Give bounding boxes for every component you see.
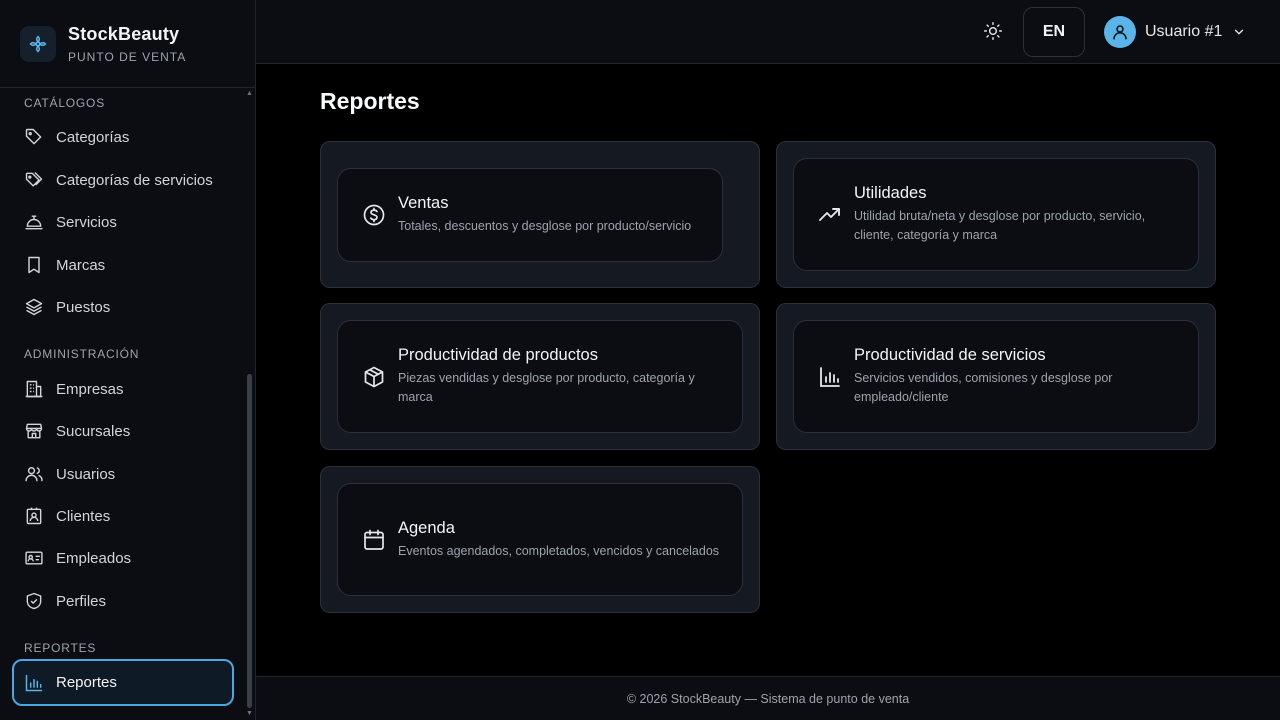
theme-toggle-button[interactable] — [980, 18, 1006, 44]
sidebar-item-label: Reportes — [56, 674, 117, 691]
sidebar-item-categorias[interactable]: Categorías — [12, 117, 234, 157]
layers-icon — [25, 298, 43, 316]
card-title: Productividad de servicios — [854, 346, 1046, 364]
card-description: Piezas vendidas y desglose por producto,… — [398, 371, 695, 404]
package-icon — [364, 366, 384, 387]
contact-icon — [26, 507, 42, 525]
footer-text: © 2026 StockBeauty — Sistema de punto de… — [626, 691, 910, 706]
sidebar-item-reportes[interactable]: Reportes — [12, 659, 234, 706]
bar-chart-icon — [25, 674, 43, 691]
report-card-agenda-link[interactable]: Agenda Eventos agendados, completados, v… — [337, 483, 743, 596]
sidebar-item-label: Categorías de servicios — [56, 171, 213, 189]
sidebar-item-label: Empleados — [56, 549, 132, 567]
sidebar-scrollbar[interactable] — [247, 374, 252, 708]
sidebar-item-label: Clientes — [56, 507, 111, 525]
sidebar-item-label: Empresas — [56, 380, 124, 398]
bookmark-icon — [28, 256, 40, 274]
report-card-productividad-servicios: Productividad de servicios Servicios ven… — [776, 303, 1216, 450]
top-header: EN Usuario #1 — [256, 0, 1280, 64]
card-title: Ventas — [398, 194, 449, 212]
report-card-ventas-link[interactable]: Ventas Totales, descuentos y desglose po… — [337, 168, 723, 262]
report-card-productividad-servicios-link[interactable]: Productividad de servicios Servicios ven… — [793, 320, 1199, 433]
tag-icon — [25, 128, 42, 145]
sidebar-item-label: Marcas — [56, 256, 106, 274]
card-description: Servicios vendidos, comisiones y desglos… — [854, 371, 1113, 404]
language-button[interactable]: EN — [1023, 7, 1085, 57]
avatar — [1104, 16, 1136, 48]
sidebar-item-label: Usuarios — [56, 465, 116, 483]
sidebar-item-clientes[interactable]: Clientes — [12, 496, 234, 536]
users-icon — [25, 467, 43, 482]
scroll-up-arrow-icon[interactable]: ▲ — [246, 90, 253, 97]
user-menu[interactable]: Usuario #1 — [1104, 16, 1246, 48]
sidebar-item-servicios[interactable]: Servicios — [12, 202, 234, 242]
section-title-reportes: REPORTES — [24, 641, 97, 655]
sidebar-item-usuarios[interactable]: Usuarios — [12, 454, 234, 494]
section-title-catalogos: CATÁLOGOS — [24, 96, 105, 110]
sidebar-item-label: Puestos — [56, 298, 111, 316]
card-title: Utilidades — [854, 184, 927, 202]
dollar-circle-icon — [363, 204, 385, 226]
bar-chart-icon — [820, 366, 840, 387]
bell-service-icon — [25, 215, 43, 230]
card-description: Utilidad bruta/neta y desglose por produ… — [854, 209, 1146, 242]
card-title: Agenda — [398, 518, 455, 537]
report-card-productividad-productos: Productividad de productos Piezas vendid… — [320, 303, 760, 450]
sidebar-item-label: Servicios — [56, 213, 117, 231]
section-title-administracion: ADMINISTRACIÓN — [24, 347, 140, 361]
building-icon — [25, 380, 43, 398]
brand-name: StockBeauty — [68, 23, 180, 44]
id-card-icon — [25, 551, 43, 565]
sidebar-item-sucursales[interactable]: Sucursales — [12, 411, 234, 451]
flower-icon — [20, 25, 56, 62]
tags-icon — [25, 171, 43, 187]
sidebar-item-marcas[interactable]: Marcas — [12, 245, 234, 285]
report-card-productividad-productos-link[interactable]: Productividad de productos Piezas vendid… — [337, 320, 743, 433]
sidebar-item-categorias-servicios[interactable]: Categorías de servicios — [12, 160, 234, 200]
sidebar-item-empleados[interactable]: Empleados — [12, 538, 234, 578]
report-card-agenda: Agenda Eventos agendados, completados, v… — [320, 466, 760, 613]
card-description: Eventos agendados, completados, vencidos… — [398, 543, 720, 558]
sidebar-item-label: Perfiles — [56, 592, 107, 610]
report-card-utilidades-link[interactable]: Utilidades Utilidad bruta/neta y desglos… — [793, 158, 1199, 271]
sun-icon — [983, 21, 1003, 41]
card-title: Productividad de productos — [398, 346, 598, 364]
sidebar-item-puestos[interactable]: Puestos — [12, 287, 234, 327]
chevron-down-icon — [1235, 29, 1244, 35]
sidebar-item-label: Categorías — [56, 128, 130, 146]
brand-subtitle: PUNTO DE VENTA — [68, 49, 187, 64]
card-description: Totales, descuentos y desglose por produ… — [398, 219, 692, 233]
sidebar-item-label: Sucursales — [56, 422, 131, 440]
trending-up-icon — [819, 207, 840, 221]
footer: © 2026 StockBeauty — Sistema de punto de… — [256, 676, 1280, 720]
scroll-down-arrow-icon[interactable]: ▼ — [246, 710, 253, 717]
report-card-ventas: Ventas Totales, descuentos y desglose po… — [320, 141, 760, 288]
report-card-utilidades: Utilidades Utilidad bruta/neta y desglos… — [776, 141, 1216, 288]
calendar-icon — [364, 529, 384, 550]
sidebar-item-empresas[interactable]: Empresas — [12, 369, 234, 409]
store-icon — [25, 423, 43, 439]
page-title: Reportes — [320, 88, 420, 114]
sidebar-item-perfiles[interactable]: Perfiles — [12, 581, 234, 621]
brand[interactable]: StockBeauty PUNTO DE VENTA — [0, 0, 255, 88]
sidebar: StockBeauty PUNTO DE VENTA CATÁLOGOS Cat… — [0, 0, 256, 720]
shield-check-icon — [26, 592, 42, 610]
sidebar-nav: CATÁLOGOS Categorías Categorías de servi… — [0, 88, 246, 720]
user-name: Usuario #1 — [1145, 23, 1223, 40]
user-icon — [1113, 25, 1127, 40]
